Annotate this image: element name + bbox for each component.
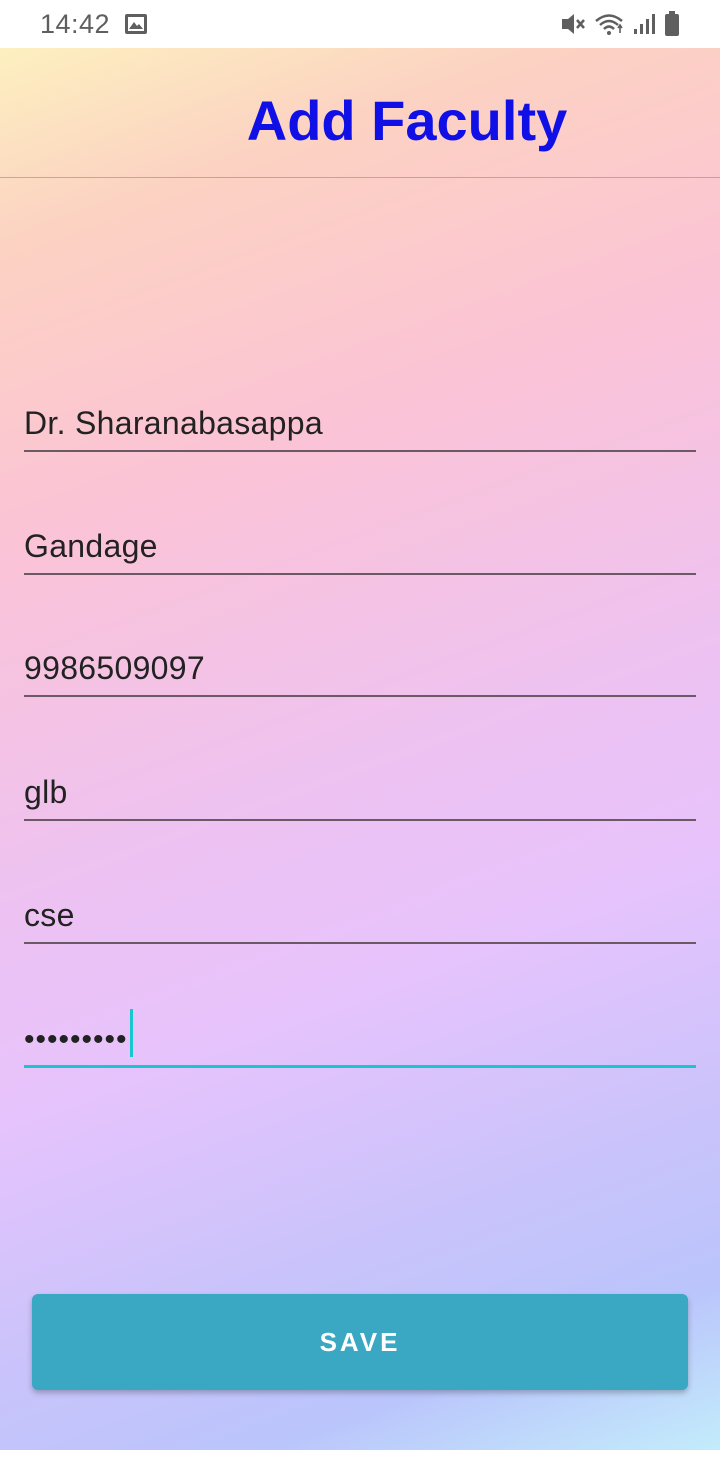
status-right [560, 11, 680, 37]
phone-field[interactable]: 9986509097 [24, 637, 696, 697]
status-bar: 14:42 [0, 0, 720, 48]
save-button[interactable]: SAVE [32, 1294, 688, 1390]
status-time: 14:42 [40, 8, 111, 39]
signal-icon [632, 12, 656, 36]
page-title: Add Faculty [246, 89, 568, 152]
mute-icon [560, 12, 586, 36]
department-field[interactable]: cse [24, 884, 696, 944]
department-value: cse [24, 897, 75, 933]
phone-value: 9986509097 [24, 650, 205, 686]
battery-icon [664, 11, 680, 37]
wifi-icon [594, 12, 624, 36]
password-field[interactable]: ••••••••• [24, 1008, 696, 1068]
header-divider [0, 177, 720, 178]
image-icon [124, 13, 148, 35]
last-name-value: Gandage [24, 528, 158, 564]
bottom-strip [0, 1450, 720, 1480]
first-name-field[interactable]: Dr. Sharanabasappa [24, 392, 696, 452]
status-left: 14:42 [40, 9, 148, 40]
text-cursor [129, 1009, 133, 1057]
college-field[interactable]: glb [24, 761, 696, 821]
first-name-value: Dr. Sharanabasappa [24, 405, 323, 441]
app-screen: Add Faculty Dr. Sharanabasappa Gandage 9… [0, 48, 720, 1450]
college-value: glb [24, 774, 68, 810]
last-name-field[interactable]: Gandage [24, 515, 696, 575]
password-value: ••••••••• [24, 1023, 128, 1056]
